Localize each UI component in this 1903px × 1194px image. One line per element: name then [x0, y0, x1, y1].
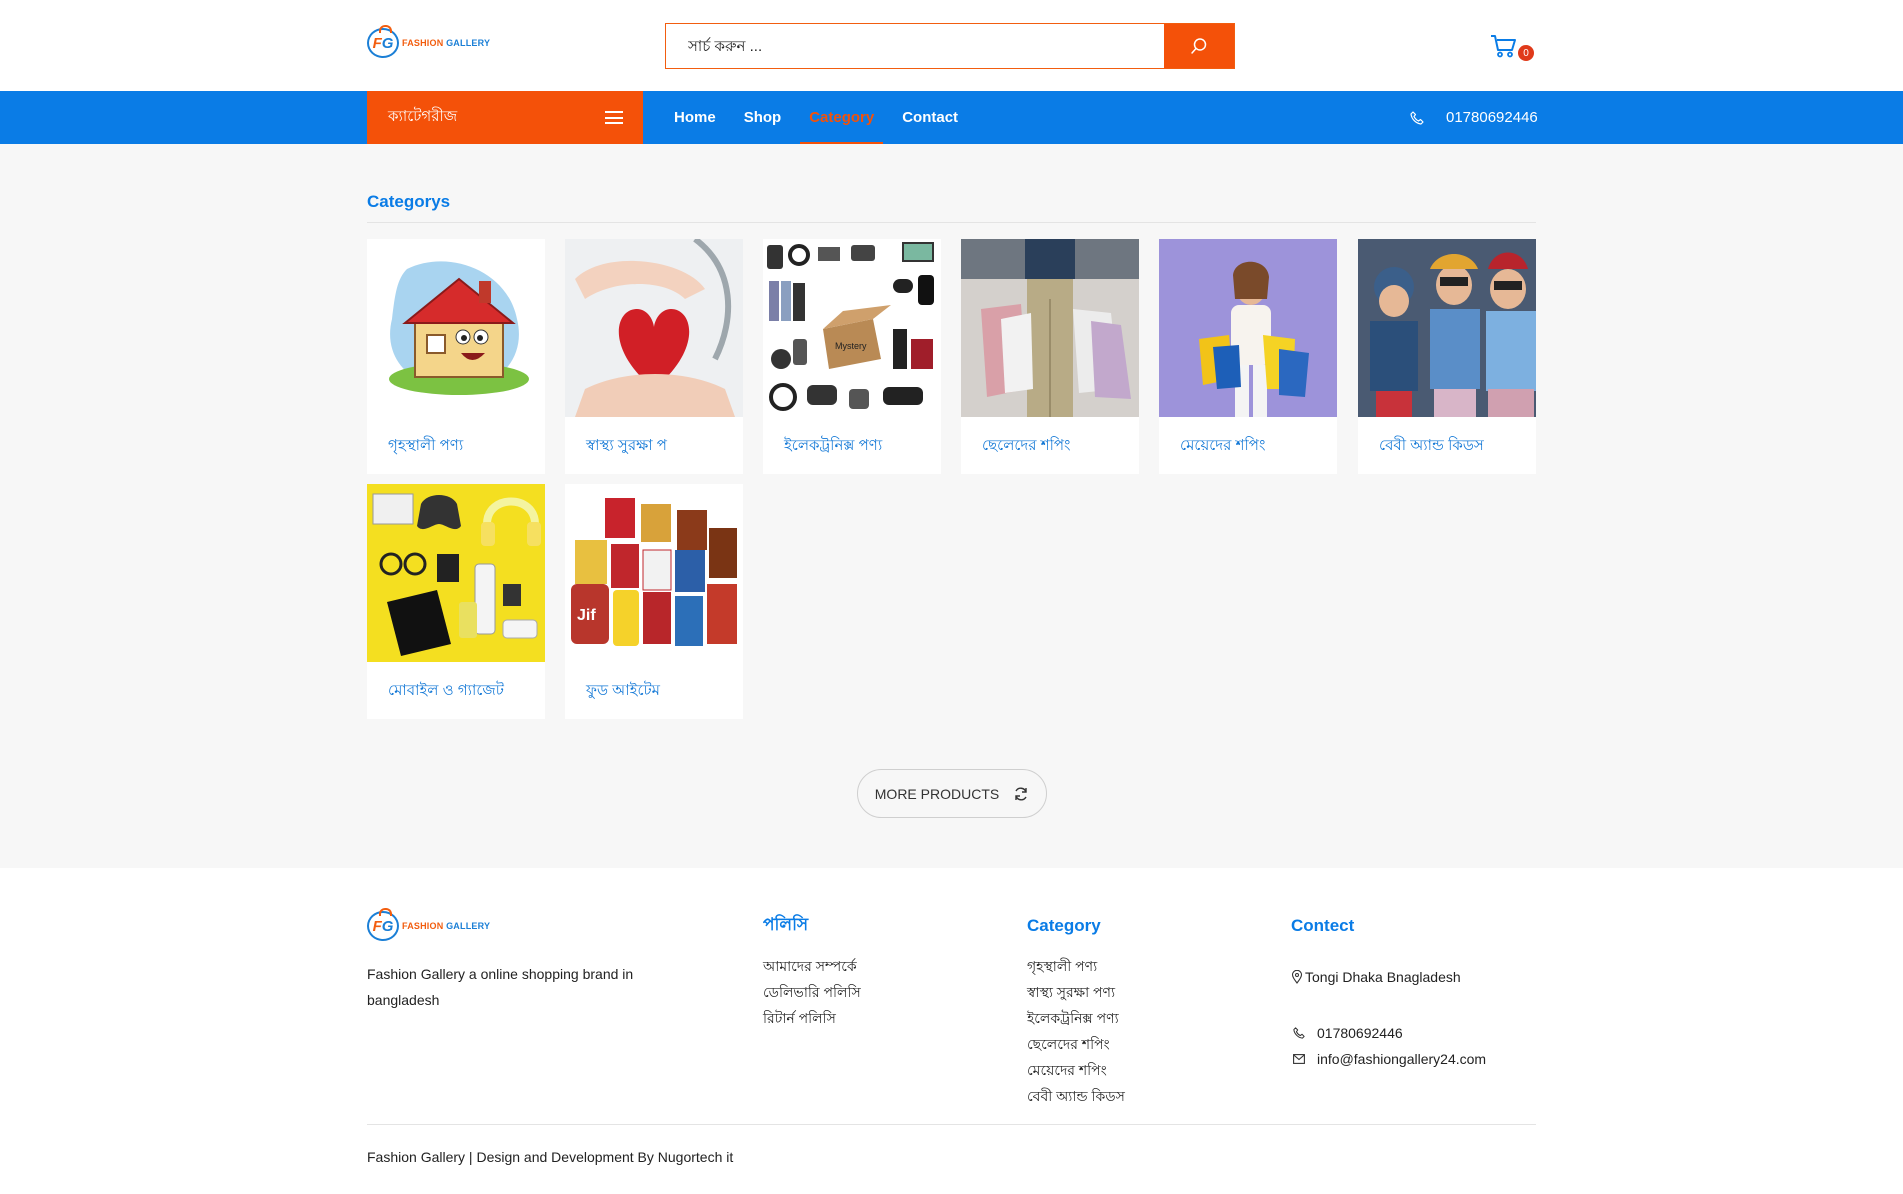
footer-category-link[interactable]: স্বাস্থ্য সুরক্ষা পণ্য: [1027, 979, 1125, 1005]
main-navbar: ক্যাটেগরীজ Home Shop Category Contact 01…: [0, 91, 1903, 144]
category-label: স্বাস্থ্য সুরক্ষা প: [586, 437, 667, 454]
category-card[interactable]: মেয়েদের শপিং: [1159, 239, 1337, 474]
site-logo[interactable]: FG FASHION GALLERY: [367, 25, 491, 58]
category-label: ছেলেদের শপিং: [982, 437, 1071, 454]
svg-text:Mystery: Mystery: [835, 341, 867, 351]
category-image-food: Jif: [565, 484, 743, 662]
category-card[interactable]: স্বাস্থ্য সুরক্ষা প: [565, 239, 743, 474]
footer-address-text: Tongi Dhaka Bnagladesh: [1305, 969, 1461, 985]
category-label: মোবাইল ও গ্যাজেট: [388, 682, 504, 699]
footer-policy-links: আমাদের সম্পর্কে ডেলিভারি পলিসি রিটার্ন প…: [763, 953, 861, 1031]
category-toggle-label: ক্যাটেগরীজ: [388, 108, 458, 125]
logo-wordmark: FASHION GALLERY: [402, 38, 491, 48]
section-divider: [367, 222, 1536, 223]
footer-category-link[interactable]: ইলেকট্রনিক্স পণ্য: [1027, 1005, 1125, 1031]
category-label: ফুড আইটেম: [586, 682, 660, 699]
site-header: FG FASHION GALLERY 0: [0, 0, 1903, 91]
footer-link-delivery[interactable]: ডেলিভারি পলিসি: [763, 979, 861, 1005]
category-label: মেয়েদের শপিং: [1180, 437, 1266, 454]
svg-text:Jif: Jif: [577, 607, 596, 624]
logo-badge: FG: [367, 908, 399, 941]
category-image-health: [565, 239, 743, 417]
nav-contact[interactable]: Contact: [893, 91, 967, 144]
phone-icon: [1410, 110, 1424, 125]
category-image-gadgets: [367, 484, 545, 662]
more-products-button[interactable]: MORE PRODUCTS: [857, 769, 1047, 818]
category-card[interactable]: ছেলেদের শপিং: [961, 239, 1139, 474]
copyright-text: Fashion Gallery | Design and Development…: [367, 1149, 734, 1165]
nav-shop[interactable]: Shop: [735, 91, 791, 144]
category-label: বেবী অ্যান্ড কিডস: [1379, 437, 1484, 454]
category-card[interactable]: গৃহস্থালী পণ্য: [367, 239, 545, 474]
category-image-electronics: Mystery: [763, 239, 941, 417]
footer-category-title: Category: [1027, 916, 1101, 935]
nav-home[interactable]: Home: [665, 91, 725, 144]
footer-email[interactable]: info@fashiongallery24.com: [1293, 1046, 1486, 1072]
footer-phone-number: 01780692446: [1317, 1025, 1403, 1041]
category-menu-toggle[interactable]: ক্যাটেগরীজ: [367, 91, 643, 144]
footer-category-link[interactable]: গৃহস্থালী পণ্য: [1027, 953, 1125, 979]
footer-divider: [367, 1124, 1536, 1125]
category-card[interactable]: Jif ফুড আইটেম: [565, 484, 743, 719]
search-input[interactable]: [666, 24, 1164, 68]
footer-category-link[interactable]: বেবী অ্যান্ড কিডস: [1027, 1083, 1125, 1109]
category-card[interactable]: বেবী অ্যান্ড কিডস: [1358, 239, 1536, 474]
location-icon: [1291, 970, 1303, 984]
category-image-women: [1159, 239, 1337, 417]
footer-category-link[interactable]: ছেলেদের শপিং: [1027, 1031, 1125, 1057]
category-image-men: [961, 239, 1139, 417]
footer-category-links: গৃহস্থালী পণ্য স্বাস্থ্য সুরক্ষা পণ্য ইল…: [1027, 953, 1125, 1109]
logo-badge: FG: [367, 25, 399, 58]
refresh-icon: [1015, 787, 1027, 800]
footer-email-address: info@fashiongallery24.com: [1317, 1051, 1487, 1067]
category-card[interactable]: মোবাইল ও গ্যাজেট: [367, 484, 545, 719]
header-phone-number: 01780692446: [1446, 109, 1538, 126]
search-icon: [1191, 38, 1207, 54]
footer-link-return[interactable]: রিটার্ন পলিসি: [763, 1005, 861, 1031]
category-card[interactable]: Mystery ইলেকট্রনিক্স পণ্য: [763, 239, 941, 474]
phone-icon: [1293, 1027, 1305, 1039]
footer-link-about[interactable]: আমাদের সম্পর্কে: [763, 953, 861, 979]
category-label: গৃহস্থালী পণ্য: [388, 437, 464, 454]
footer-address: Tongi Dhaka Bnagladesh: [1291, 964, 1461, 990]
section-title: Categorys: [367, 192, 451, 211]
nav-links: Home Shop Category Contact: [665, 91, 977, 144]
search-button[interactable]: [1164, 24, 1234, 68]
footer-policy-title: পলিসি: [763, 915, 809, 934]
category-label: ইলেকট্রনিক্স পণ্য: [784, 437, 883, 454]
more-products-label: MORE PRODUCTS: [874, 785, 1000, 802]
footer-logo[interactable]: FG FASHION GALLERY: [367, 908, 491, 941]
cart-button[interactable]: 0: [1490, 34, 1534, 64]
footer-contact-title: Contect: [1291, 916, 1355, 935]
category-image-kids: [1358, 239, 1536, 417]
nav-category[interactable]: Category: [800, 91, 884, 144]
footer-phone[interactable]: 01780692446: [1293, 1020, 1403, 1046]
header-phone[interactable]: 01780692446: [1410, 91, 1538, 144]
logo-wordmark: FASHION GALLERY: [402, 921, 491, 931]
cart-icon: [1491, 35, 1516, 58]
site-footer: FG FASHION GALLERY Fashion Gallery a onl…: [0, 868, 1903, 1194]
mail-icon: [1293, 1054, 1305, 1064]
hamburger-icon: [605, 111, 623, 124]
search-bar: [665, 23, 1235, 69]
category-image-household: [367, 239, 545, 417]
cart-count-badge: 0: [1518, 45, 1534, 61]
footer-about: Fashion Gallery a online shopping brand …: [367, 966, 634, 1008]
footer-category-link[interactable]: মেয়েদের শপিং: [1027, 1057, 1125, 1083]
